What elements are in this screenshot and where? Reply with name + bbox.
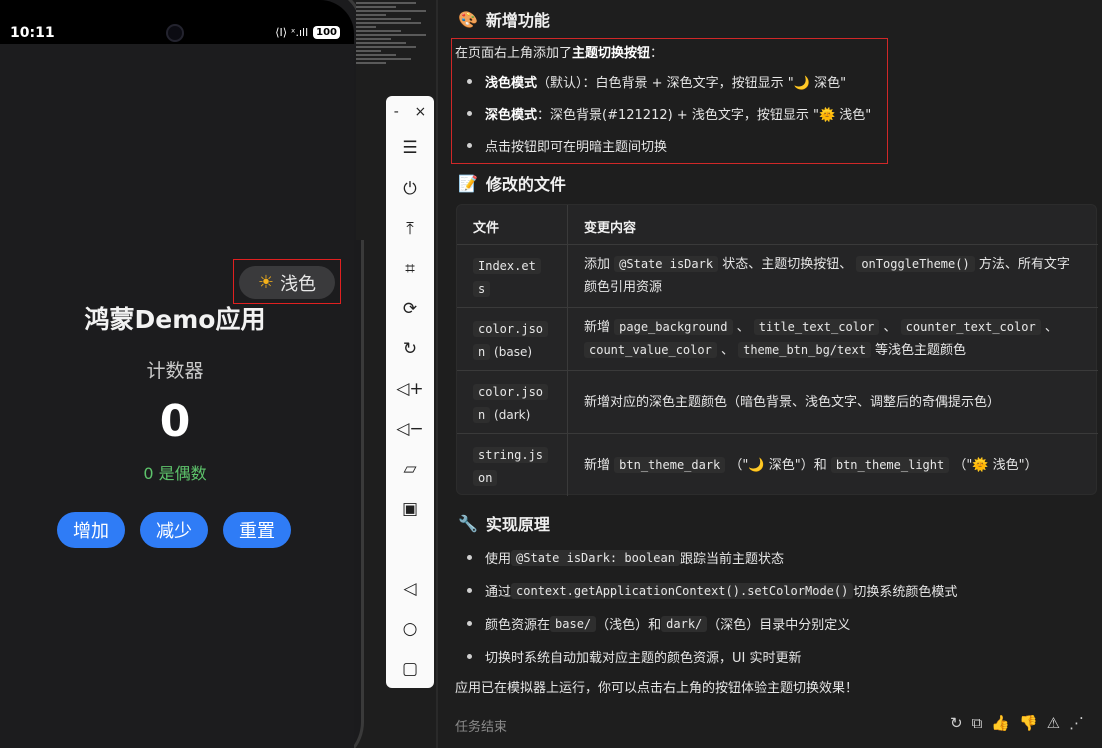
phone-screen: 10:11 ⟨I⟩ ˣ.ıll 100 ☀ 浅色 鸿蒙Demo应用 计数器 0 … [0,0,354,748]
theme-toggle-button[interactable]: ☀ 浅色 [239,266,335,299]
pin-top-icon[interactable]: ⤒ [386,219,434,239]
report-icon[interactable]: ⚠ [1047,714,1060,732]
crop-icon[interactable]: ⌗ [386,259,434,279]
decrease-button[interactable]: 减少 [140,512,208,548]
counter-value: 0 [159,396,191,447]
panel-divider[interactable] [436,0,438,748]
theme-button-highlight: ☀ 浅色 [233,259,341,304]
volume-down-icon[interactable]: ◁− [386,419,434,439]
close-button[interactable]: × [414,104,426,120]
status-bar: 10:11 ⟨I⟩ ˣ.ıll 100 [0,0,354,44]
status-icons: ⟨I⟩ ˣ.ıll 100 [275,26,340,39]
signal-icon: ⟨I⟩ ˣ.ıll [275,26,309,39]
palette-icon: 🎨 [458,9,478,29]
recents-icon[interactable]: ▢ [386,659,434,679]
wrench-icon: 🔧 [458,513,478,533]
list-item: 深色模式 ：深色背景(#121212) + 浅色文字，按钮显示 "🌞 浅色" [467,104,871,123]
table-row: Index.et s 添加 @State isDark 状态、主题切换按钮、 on… [457,244,1098,307]
files-table: 文件 变更内容 Index.et s 添加 @State isDark 状态、主题… [456,204,1098,496]
emulator-toolbar: - × ☰ ⏻ ⤒ ⌗ ⟳ ↻ ◁+ ◁− ▱ ▣ ◁ ○ ▢ [386,96,434,688]
table-row: color.jso n (dark) 新增对应的深色主题颜色（暗色背景、浅色文字、… [457,370,1098,433]
section-new-features-title: 🎨 新增功能 [458,9,550,31]
share-icon[interactable]: ⋰ [1069,714,1084,732]
shake-icon[interactable]: ▱ [386,459,434,479]
list-item: 切换时系统自动加载对应主题的颜色资源，UI 实时更新 [467,647,801,666]
list-item: 点击按钮即可在明暗主题间切换 [467,136,667,155]
thumbs-down-icon[interactable]: 👎 [1019,714,1038,732]
status-time: 10:11 [10,25,55,41]
list-item: 通过 context.getApplicationContext().setCo… [467,581,957,600]
back-icon[interactable]: ◁ [386,579,434,599]
closing-text: 应用已在模拟器上运行，你可以点击右上角的按钮体验主题切换效果！ [455,681,859,696]
menu-icon[interactable]: ☰ [386,138,434,158]
theme-button-label: 浅色 [280,273,317,295]
thumbs-up-icon[interactable]: 👍 [991,714,1010,732]
multi-device-icon[interactable]: ▣ [386,499,434,519]
volume-up-icon[interactable]: ◁+ [386,379,434,399]
rotate-lock-icon[interactable]: ↻ [386,339,434,359]
section-principles-title: 🔧 实现原理 [458,513,550,535]
task-status: 任务结束 [455,720,508,735]
power-icon[interactable]: ⏻ [386,179,434,199]
home-icon[interactable]: ○ [386,619,434,639]
app-title: 鸿蒙Demo应用 [84,305,266,334]
copy-icon[interactable]: ⧉ [972,714,983,732]
list-item: 浅色模式 （默认）：白色背景 + 深色文字，按钮显示 "🌙 深色" [467,72,846,91]
sun-icon: ☀ [257,272,275,293]
list-item: 颜色资源在 base/ （浅色）和 dark/ （深色）目录中分别定义 [467,614,850,633]
table-header-file: 文件 [473,221,500,236]
counter-buttons: 增加 减少 重置 [57,512,291,548]
list-item: 使用 @State isDark: boolean 跟踪当前主题状态 [467,548,784,567]
memo-icon: 📝 [458,173,478,193]
table-row: color.jso n (base) 新增 page_background 、 t… [457,307,1098,370]
camera-icon [166,24,184,42]
retry-icon[interactable]: ↻ [950,714,963,732]
battery-icon: 100 [313,26,340,39]
table-header-changes: 变更内容 [584,221,637,236]
intro-text: 在页面右上角添加了主题切换按钮： [455,46,664,61]
counter-label: 计数器 [146,360,204,382]
minimize-button[interactable]: - [394,104,399,120]
rotate-icon[interactable]: ⟳ [386,299,434,319]
reset-button[interactable]: 重置 [223,512,291,548]
increase-button[interactable]: 增加 [57,512,125,548]
parity-text: 0 是偶数 [143,464,207,483]
message-actions: ↻ ⧉ 👍 👎 ⚠ ⋰ [950,714,1084,732]
table-row: string.js on 新增 btn_theme_dark （"🌙 深色"）和 … [457,433,1098,496]
section-modified-files-title: 📝 修改的文件 [458,173,566,195]
